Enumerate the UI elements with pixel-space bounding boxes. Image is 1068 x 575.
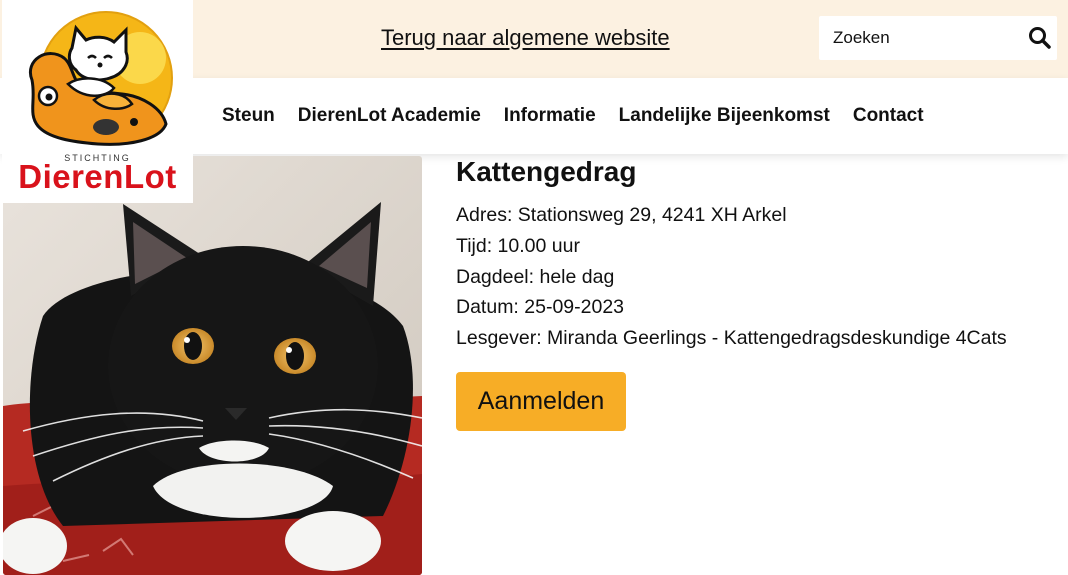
search-button[interactable] xyxy=(1027,25,1053,51)
logo-dierenlot-text: DierenLot xyxy=(18,158,177,195)
nav-item-landelijke-bijeenkomst[interactable]: Landelijke Bijeenkomst xyxy=(619,105,830,127)
register-button[interactable]: Aanmelden xyxy=(456,372,626,431)
black-cat-image xyxy=(3,156,422,575)
nav-item-contact[interactable]: Contact xyxy=(853,105,924,127)
back-to-main-website-link[interactable]: Terug naar algemene website xyxy=(381,25,670,51)
dierenlot-logo[interactable]: STICHTING DierenLot xyxy=(2,0,193,203)
event-daypart: Dagdeel: hele dag xyxy=(456,266,615,288)
event-address: Adres: Stationsweg 29, 4241 XH Arkel xyxy=(456,204,787,226)
nav-item-steun[interactable]: Steun xyxy=(222,105,275,127)
search-input[interactable] xyxy=(819,16,1019,60)
event-title: Kattengedrag xyxy=(456,156,637,187)
event-time: Tijd: 10.00 uur xyxy=(456,235,580,257)
event-date: Datum: 25-09-2023 xyxy=(456,296,625,318)
logo-cat-dog-icon xyxy=(28,11,173,146)
nav-menu: Steun DierenLot Academie Informatie Land… xyxy=(222,78,947,154)
nav-item-dierenlot-academie[interactable]: DierenLot Academie xyxy=(298,105,481,127)
search-icon xyxy=(1029,27,1051,49)
event-photo-cat xyxy=(3,156,422,575)
event-teacher: Lesgever: Miranda Geerlings - Kattengedr… xyxy=(456,327,1007,349)
search-box xyxy=(819,16,1057,60)
nav-item-informatie[interactable]: Informatie xyxy=(504,105,596,127)
